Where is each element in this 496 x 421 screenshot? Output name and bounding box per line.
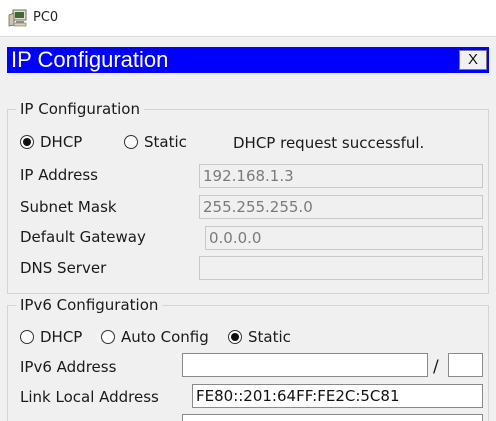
ip-address-field[interactable] — [199, 164, 483, 188]
ipv6-address-label: IPv6 Address — [20, 358, 117, 376]
radio-unchecked-indicator — [101, 330, 115, 344]
dhcp-status-text: DHCP request successful. — [233, 134, 425, 152]
dns-server-field[interactable] — [199, 256, 483, 280]
ipv6-group-title: IPv6 Configuration — [16, 296, 163, 314]
dns-server-label: DNS Server — [20, 259, 107, 277]
ipv4-static-label: Static — [144, 133, 187, 151]
link-local-address-field[interactable] — [192, 384, 483, 408]
ipv4-static-radio[interactable]: Static — [124, 133, 187, 151]
radio-checked-indicator — [228, 330, 242, 344]
ipv6-static-label: Static — [248, 328, 291, 346]
ipv6-address-field[interactable] — [182, 353, 428, 377]
ipv4-dhcp-label: DHCP — [40, 133, 83, 151]
ip-address-label: IP Address — [20, 166, 98, 184]
ipv6-auto-config-radio[interactable]: Auto Config — [101, 328, 209, 346]
dialog-header: IP Configuration X — [7, 47, 489, 73]
config-panel: IP Configuration X IP Configuration DHCP… — [0, 36, 496, 421]
prefix-length-field[interactable] — [448, 353, 483, 377]
radio-unchecked-indicator — [124, 135, 138, 149]
subnet-mask-label: Subnet Mask — [20, 198, 117, 216]
close-button[interactable]: X — [459, 50, 487, 70]
radio-unchecked-indicator — [20, 330, 34, 344]
link-local-address-label: Link Local Address — [20, 388, 159, 406]
ipv6-static-radio[interactable]: Static — [228, 328, 291, 346]
window-titlebar: PC0 — [0, 0, 496, 36]
dialog-header-title: IP Configuration — [11, 47, 169, 72]
pc-icon — [8, 9, 27, 27]
ipv4-dhcp-radio[interactable]: DHCP — [20, 133, 82, 151]
ipv6-auto-config-label: Auto Config — [121, 328, 209, 346]
next-field-partial[interactable] — [182, 414, 483, 421]
prefix-separator: / — [433, 357, 439, 377]
window-title: PC0 — [33, 10, 59, 25]
ipv4-group-title: IP Configuration — [16, 100, 144, 118]
default-gateway-field[interactable] — [205, 226, 483, 250]
subnet-mask-field[interactable] — [199, 195, 483, 219]
ipv6-dhcp-radio[interactable]: DHCP — [20, 328, 82, 346]
radio-checked-indicator — [20, 135, 34, 149]
ipv6-dhcp-label: DHCP — [40, 328, 83, 346]
default-gateway-label: Default Gateway — [20, 228, 146, 246]
